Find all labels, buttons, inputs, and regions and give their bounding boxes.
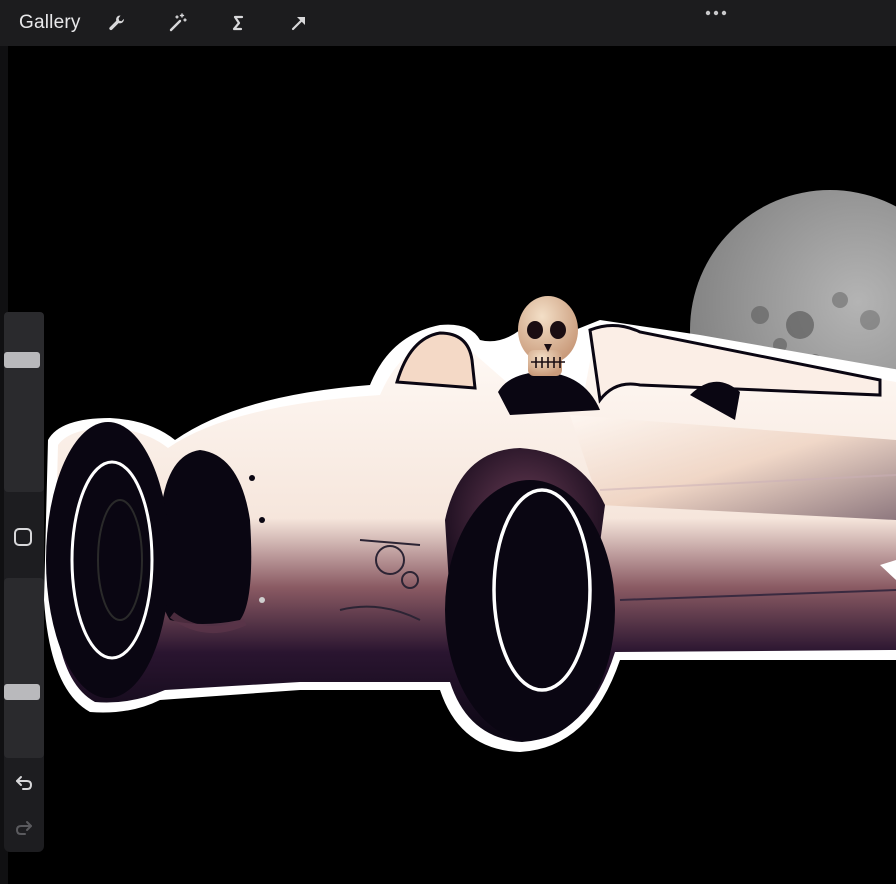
arrow-cursor-icon bbox=[291, 17, 305, 31]
wrench-icon bbox=[109, 15, 124, 31]
drawing-canvas[interactable] bbox=[8, 46, 896, 884]
opacity-thumb[interactable] bbox=[4, 684, 40, 700]
redo-icon bbox=[15, 821, 32, 835]
selection-button[interactable] bbox=[223, 8, 253, 38]
top-toolbar: Gallery bbox=[0, 0, 896, 46]
square-icon bbox=[14, 528, 32, 546]
modify-button[interactable] bbox=[12, 526, 34, 548]
actions-button[interactable] bbox=[102, 8, 132, 38]
magic-wand-icon bbox=[169, 13, 187, 32]
rear-wheel bbox=[445, 480, 615, 740]
selection-s-icon bbox=[232, 15, 244, 31]
transform-button[interactable] bbox=[284, 8, 314, 38]
redo-button[interactable] bbox=[12, 815, 36, 839]
opacity-slider[interactable] bbox=[4, 578, 44, 758]
gallery-button[interactable]: Gallery bbox=[19, 12, 81, 34]
brush-size-thumb[interactable] bbox=[4, 352, 40, 368]
brush-size-slider[interactable] bbox=[4, 312, 44, 492]
artwork bbox=[44, 190, 896, 752]
ellipsis-icon bbox=[705, 10, 727, 16]
more-options-button[interactable] bbox=[700, 4, 732, 22]
adjustments-button[interactable] bbox=[163, 8, 193, 38]
front-wheel bbox=[46, 422, 170, 698]
undo-icon bbox=[16, 776, 33, 790]
brush-sidebar bbox=[4, 312, 44, 852]
undo-button[interactable] bbox=[12, 770, 36, 794]
